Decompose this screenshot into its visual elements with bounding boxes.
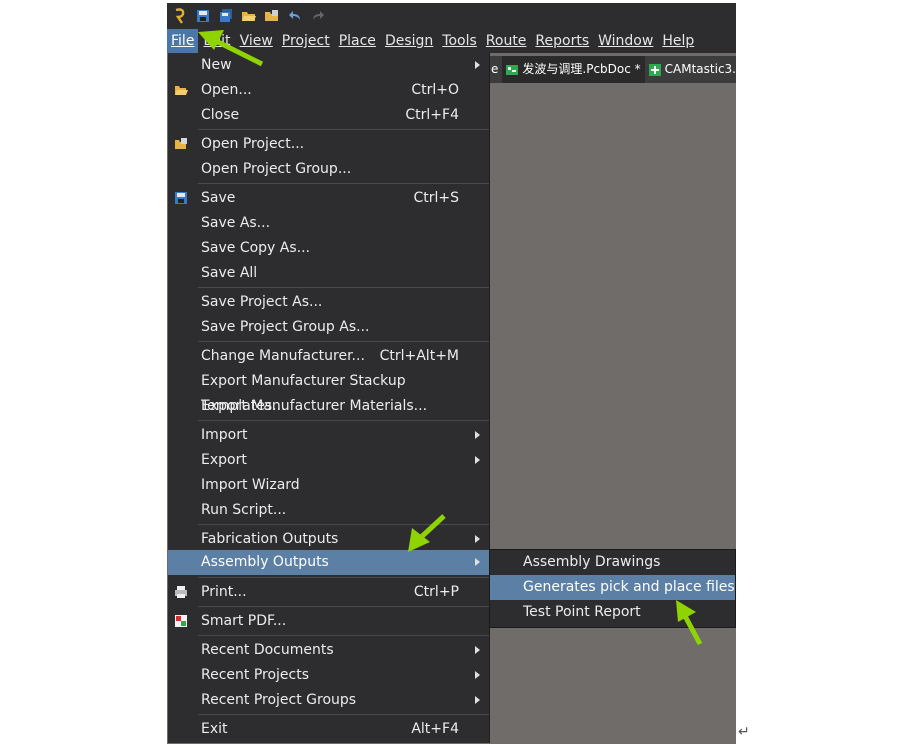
annotation-arrow-assembly-icon	[408, 514, 446, 552]
return-mark-icon: ↵	[738, 724, 750, 740]
annotation-arrow-pick-place-icon	[676, 600, 703, 646]
annotation-arrows	[198, 30, 703, 646]
annotation-arrow-file-icon	[198, 30, 264, 67]
